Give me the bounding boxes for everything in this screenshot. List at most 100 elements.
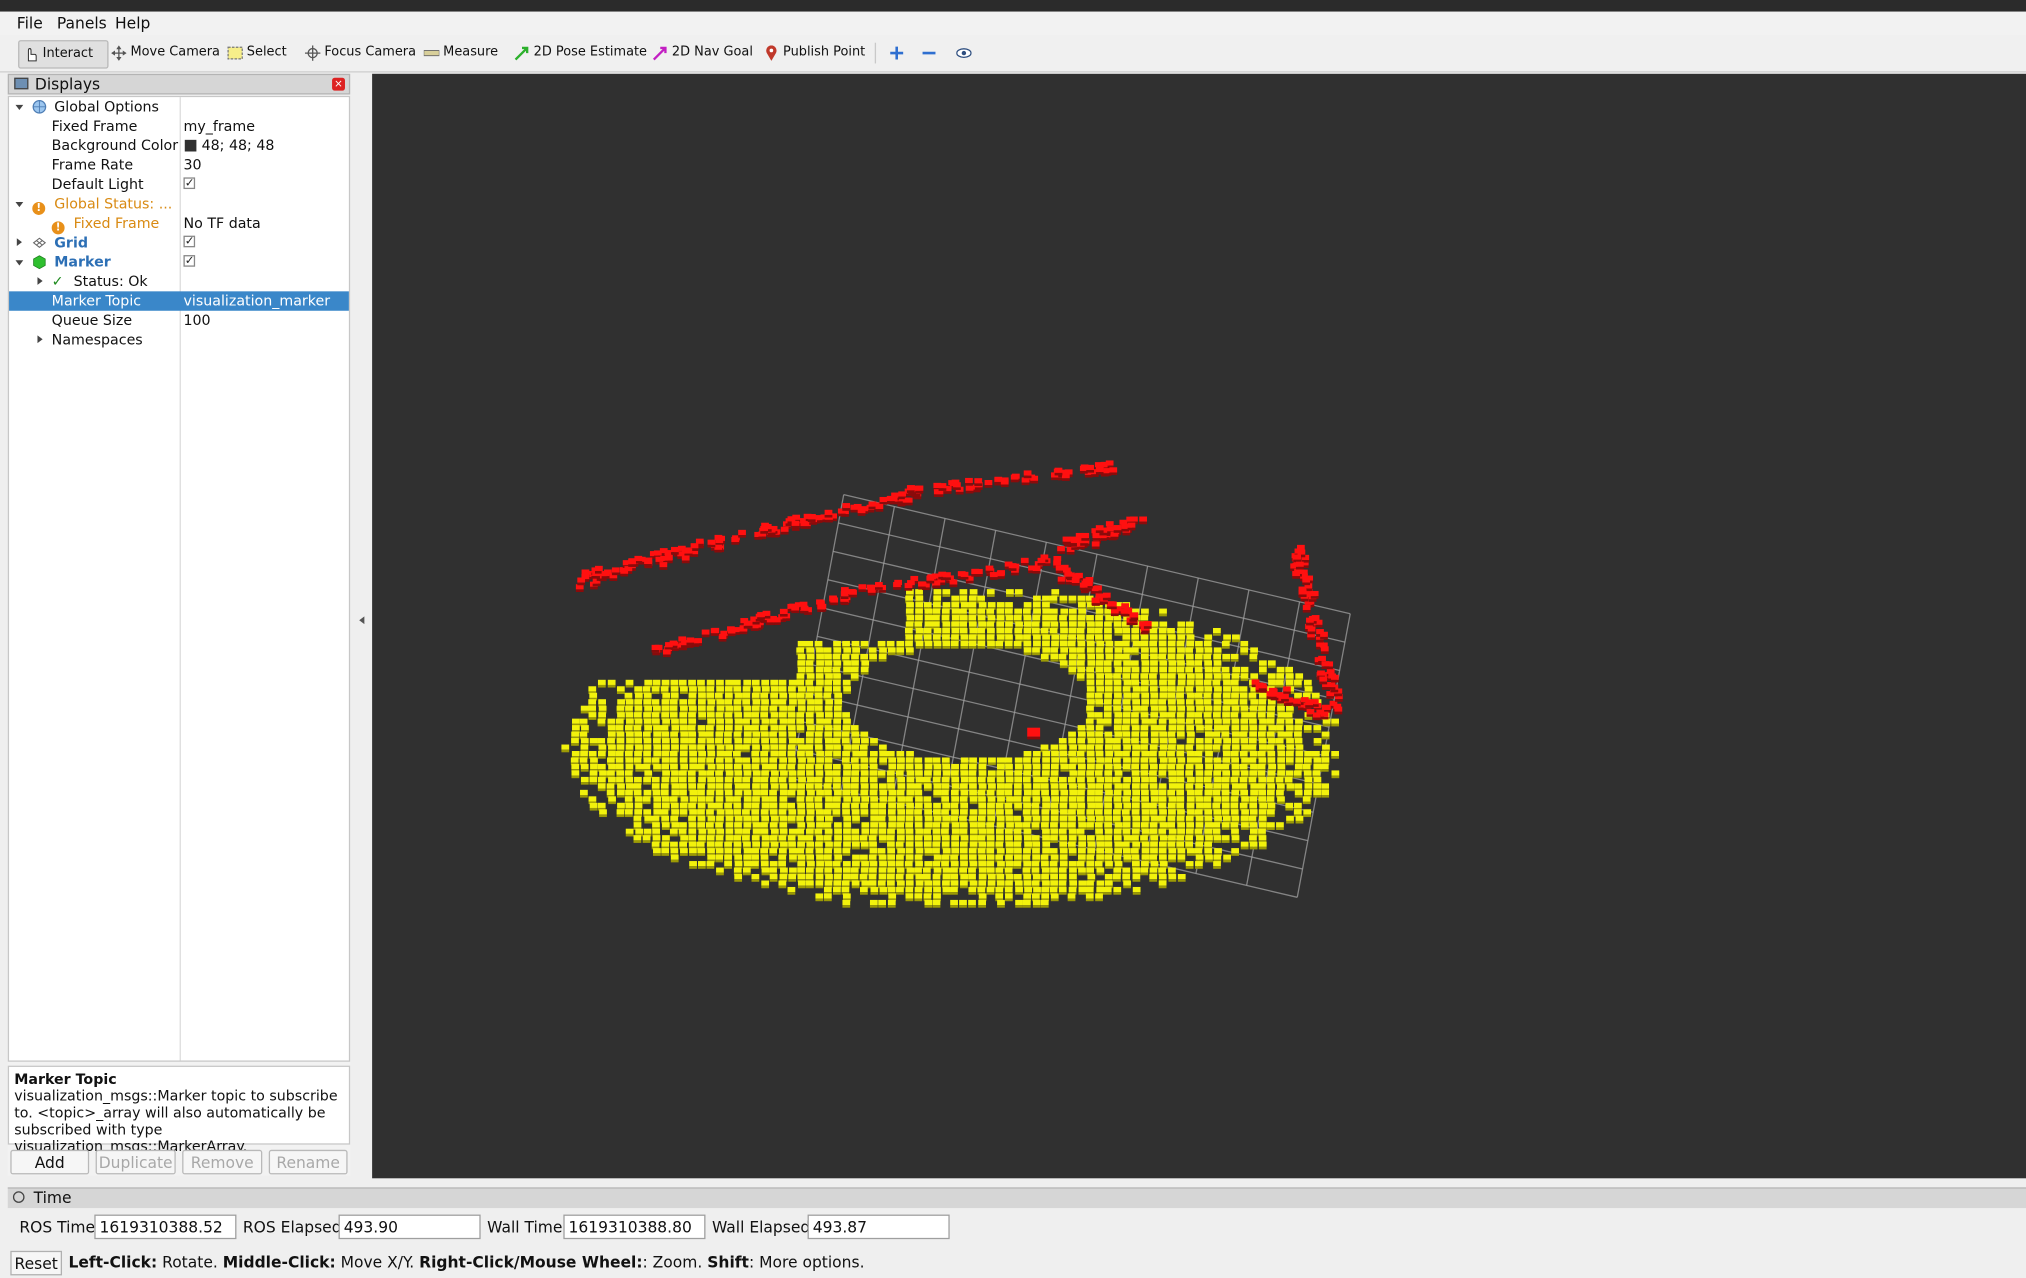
menu-panels[interactable]: Panels xyxy=(57,13,107,34)
free-cell xyxy=(986,841,995,847)
free-cell xyxy=(778,763,787,770)
free-cell xyxy=(780,770,788,776)
render-viewport[interactable] xyxy=(372,73,2026,1179)
rename-button[interactable]: Rename xyxy=(268,1149,348,1175)
interact-tool-button[interactable]: Interact xyxy=(18,40,109,69)
add-display-button[interactable]: Add xyxy=(10,1149,90,1175)
nav-goal-tool-button[interactable]: 2D Nav Goal xyxy=(649,40,757,66)
frame-rate-value[interactable]: 30 xyxy=(183,155,201,174)
free-cell xyxy=(1033,634,1041,640)
free-cell xyxy=(814,705,823,711)
free-cell xyxy=(1067,640,1076,647)
expand-arrow-icon[interactable] xyxy=(15,260,24,266)
marker-topic-value[interactable]: visualization_marker xyxy=(183,291,330,310)
expand-arrow-icon[interactable] xyxy=(15,104,24,111)
free-cell xyxy=(868,647,877,653)
free-cell xyxy=(950,640,959,647)
free-cell xyxy=(1204,718,1213,724)
expand-arrow-icon[interactable] xyxy=(15,201,24,208)
expand-arrow-icon[interactable] xyxy=(16,238,22,247)
background-color-value[interactable]: 48; 48; 48 xyxy=(202,136,275,155)
free-cell xyxy=(715,796,724,802)
cell-side xyxy=(1014,807,1022,811)
remove-button[interactable]: Remove xyxy=(182,1149,263,1175)
collapse-panel-arrow-icon[interactable] xyxy=(359,616,365,625)
menu-file[interactable]: File xyxy=(17,13,43,34)
free-cell xyxy=(950,854,958,860)
free-cell xyxy=(1031,621,1040,627)
tree-row-frame-rate[interactable]: Frame Rate 30 xyxy=(9,155,349,174)
focus-camera-tool-button[interactable]: Focus Camera xyxy=(301,40,420,66)
tree-row-global-options[interactable]: Global Options xyxy=(9,97,349,116)
add-tool-button[interactable] xyxy=(885,40,908,66)
free-cell xyxy=(897,796,906,802)
free-cell xyxy=(697,686,706,692)
free-cell xyxy=(1122,731,1131,737)
free-cell xyxy=(1114,718,1122,724)
expand-arrow-icon[interactable] xyxy=(37,335,43,344)
move-camera-tool-button[interactable]: Move Camera xyxy=(107,40,224,66)
free-cell xyxy=(914,835,923,841)
free-cell xyxy=(1177,854,1186,860)
publish-point-tool-button[interactable]: Publish Point xyxy=(760,40,869,66)
free-cell xyxy=(1059,783,1068,789)
free-cell xyxy=(1167,653,1176,660)
free-cell xyxy=(1104,744,1113,750)
tree-row-global-status[interactable]: ! Global Status: ... xyxy=(9,194,349,215)
view-tool-button[interactable] xyxy=(952,40,975,66)
free-cell xyxy=(905,822,913,828)
free-cell xyxy=(797,751,805,757)
tree-row-default-light[interactable]: Default Light ✓ xyxy=(9,175,349,194)
free-cell xyxy=(1005,841,1014,847)
cell-side xyxy=(1331,756,1339,759)
free-cell xyxy=(861,828,870,834)
free-cell xyxy=(1041,815,1050,821)
tree-row-marker[interactable]: Marker ✓ xyxy=(9,252,349,271)
free-cell xyxy=(624,809,633,815)
tree-row-status-fixed-frame[interactable]: ! Fixed Frame No TF data xyxy=(9,214,349,235)
cell-side xyxy=(1004,646,1013,649)
measure-tool-button[interactable]: Measure xyxy=(420,40,502,66)
grid-checkbox[interactable]: ✓ xyxy=(183,235,196,248)
free-cell xyxy=(1068,815,1076,821)
duplicate-button[interactable]: Duplicate xyxy=(95,1149,176,1175)
tree-row-queue-size[interactable]: Queue Size 100 xyxy=(9,311,349,330)
close-icon[interactable]: × xyxy=(332,77,345,91)
color-swatch[interactable] xyxy=(184,139,197,152)
tree-row-background-color[interactable]: Background Color 48; 48; 48 xyxy=(9,136,349,155)
cell-side xyxy=(988,762,996,766)
free-cell xyxy=(933,763,942,770)
pose-estimate-tool-button[interactable]: 2D Pose Estimate xyxy=(510,40,651,66)
free-cell xyxy=(770,770,779,776)
tree-row-marker-topic[interactable]: Marker Topic visualization_marker xyxy=(9,291,349,311)
tree-row-fixed-frame[interactable]: Fixed Frame my_frame xyxy=(9,117,349,136)
queue-size-value[interactable]: 100 xyxy=(183,311,210,330)
cell-side xyxy=(625,833,634,837)
tree-row-grid[interactable]: Grid ✓ xyxy=(9,233,349,252)
free-cell xyxy=(633,783,642,789)
free-cell xyxy=(1086,666,1095,673)
free-cell xyxy=(1141,776,1149,783)
free-cell xyxy=(960,789,969,796)
marker-checkbox[interactable]: ✓ xyxy=(183,255,196,267)
expand-arrow-icon[interactable] xyxy=(37,277,43,285)
fixed-frame-value[interactable]: my_frame xyxy=(183,117,255,136)
free-cell xyxy=(1187,809,1195,815)
free-cell xyxy=(1258,725,1267,731)
default-light-checkbox[interactable]: ✓ xyxy=(183,177,196,190)
menu-help[interactable]: Help xyxy=(115,13,150,34)
free-cell xyxy=(787,751,796,757)
free-cell xyxy=(960,770,969,776)
free-cell xyxy=(1050,770,1059,776)
free-cell xyxy=(905,815,914,821)
free-cell xyxy=(705,725,714,731)
select-tool-button[interactable]: Select xyxy=(224,40,291,66)
tree-row-namespaces[interactable]: Namespaces xyxy=(9,330,349,349)
tree-row-status-ok[interactable]: ✓ Status: Ok xyxy=(9,272,349,291)
free-cell xyxy=(671,809,679,815)
free-cell xyxy=(1077,783,1086,789)
remove-tool-button[interactable] xyxy=(917,40,940,66)
free-cell xyxy=(861,796,870,802)
free-cell xyxy=(608,763,616,770)
free-cell xyxy=(824,880,833,886)
